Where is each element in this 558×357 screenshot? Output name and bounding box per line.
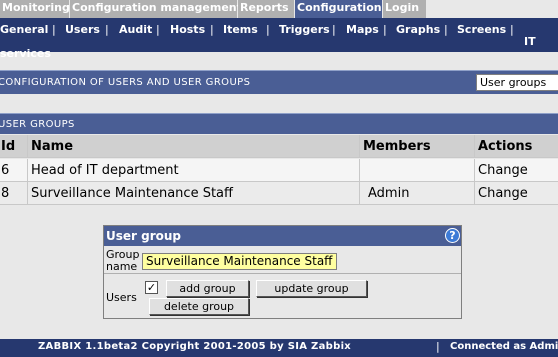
subnav-hosts[interactable]: Hosts bbox=[170, 24, 205, 36]
form-title: User group bbox=[106, 229, 182, 243]
user-groups-title: USER GROUPS bbox=[0, 119, 75, 130]
subnav-it-services[interactable]: IT services bbox=[0, 36, 558, 60]
subnav-separator: | bbox=[383, 23, 387, 36]
subnav-separator: | bbox=[510, 23, 514, 36]
add-group-button[interactable]: add group bbox=[166, 280, 249, 297]
top-navigation: Monitoring Configuration management Repo… bbox=[0, 0, 558, 18]
config-title-bar: CONFIGURATION OF USERS AND USER GROUPS U… bbox=[0, 70, 558, 94]
subnav-separator: | bbox=[156, 23, 160, 36]
user-group-form: User group ? Group name Surveillance Mai… bbox=[103, 225, 462, 319]
subnav-general[interactable]: General bbox=[0, 24, 48, 36]
group-name[interactable]: Head of IT department bbox=[28, 159, 360, 182]
group-name[interactable]: Surveillance Maintenance Staff bbox=[28, 182, 360, 205]
change-link[interactable]: Change bbox=[475, 159, 558, 182]
subnav-separator: | bbox=[105, 23, 109, 36]
tab-login[interactable]: Login bbox=[383, 0, 427, 18]
sub-navigation: General | Users | Audit | Hosts | Items … bbox=[0, 18, 558, 60]
subnav-separator: | bbox=[52, 23, 56, 36]
tab-monitoring[interactable]: Monitoring bbox=[0, 0, 70, 18]
subnav-separator: | bbox=[444, 23, 448, 36]
group-id: 8 bbox=[0, 182, 28, 205]
group-name-label: Group name bbox=[106, 248, 140, 273]
form-header: User group ? bbox=[104, 226, 461, 246]
subnav-maps[interactable]: Maps bbox=[346, 24, 379, 36]
view-select[interactable]: User groups bbox=[476, 74, 558, 91]
table-row: 8 Surveillance Maintenance Staff Admin C… bbox=[0, 182, 558, 205]
subnav-screens[interactable]: Screens bbox=[457, 24, 506, 36]
table-header-row: Id Name Members Actions bbox=[0, 135, 558, 158]
subnav-items[interactable]: Items bbox=[223, 24, 258, 36]
copyright-text: ZABBIX 1.1beta2 Copyright 2001-2005 by S… bbox=[38, 341, 352, 352]
change-link[interactable]: Change bbox=[475, 182, 558, 205]
group-members: Admin bbox=[360, 182, 475, 205]
delete-group-button[interactable]: delete group bbox=[149, 298, 249, 315]
table-row: 6 Head of IT department Change bbox=[0, 159, 558, 182]
footer: ZABBIX 1.1beta2 Copyright 2001-2005 by S… bbox=[0, 339, 558, 357]
help-icon[interactable]: ? bbox=[445, 228, 460, 243]
tab-reports[interactable]: Reports bbox=[238, 0, 295, 18]
users-label: Users bbox=[106, 291, 137, 304]
tab-configuration-management[interactable]: Configuration management bbox=[70, 0, 242, 18]
subnav-users[interactable]: Users bbox=[65, 24, 100, 36]
subnav-separator: | bbox=[210, 23, 214, 36]
subnav-graphs[interactable]: Graphs bbox=[396, 24, 440, 36]
group-name-input[interactable]: Surveillance Maintenance Staff bbox=[142, 253, 337, 270]
user-groups-header: USER GROUPS bbox=[0, 113, 558, 134]
column-header-actions: Actions bbox=[478, 139, 533, 154]
subnav-separator: | bbox=[332, 23, 336, 36]
subnav-separator: | bbox=[266, 23, 270, 36]
group-members bbox=[360, 159, 475, 182]
connected-as-text: Connected as Admin bbox=[450, 341, 558, 352]
subnav-audit[interactable]: Audit bbox=[119, 24, 152, 36]
subnav-triggers[interactable]: Triggers bbox=[279, 24, 330, 36]
footer-separator: | bbox=[436, 340, 440, 353]
tab-configuration[interactable]: Configuration bbox=[295, 0, 383, 18]
column-header-id: Id bbox=[0, 135, 28, 158]
column-header-name: Name bbox=[28, 135, 360, 158]
user-checkbox[interactable]: ✓ bbox=[145, 281, 158, 294]
config-title: CONFIGURATION OF USERS AND USER GROUPS bbox=[0, 77, 251, 88]
group-id: 6 bbox=[0, 159, 28, 182]
column-header-members: Members bbox=[360, 135, 475, 158]
update-group-button[interactable]: update group bbox=[256, 280, 367, 297]
group-name-row: Group name Surveillance Maintenance Staf… bbox=[104, 246, 461, 274]
